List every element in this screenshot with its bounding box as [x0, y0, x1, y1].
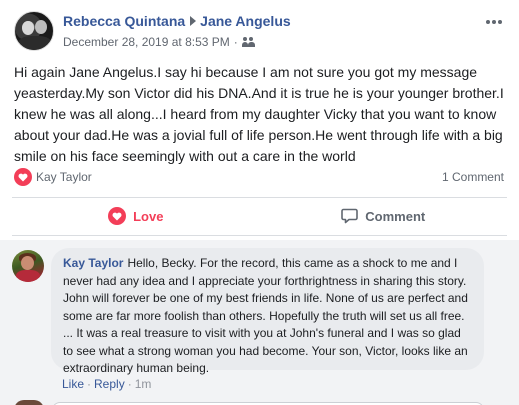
meta-separator: · — [233, 35, 238, 49]
author-avatar[interactable] — [14, 11, 54, 51]
post-meta: December 28, 2019 at 8:53 PM · — [63, 35, 256, 49]
separator: · — [127, 377, 132, 391]
separator: · — [87, 377, 92, 391]
more-options-button[interactable] — [483, 11, 505, 33]
post-timestamp[interactable]: December 28, 2019 at 8:53 PM — [63, 35, 230, 49]
comments-section: Kay Taylor Hello, Becky. For the record, … — [0, 240, 519, 405]
commenter-avatar[interactable] — [12, 250, 44, 282]
love-icon — [108, 207, 127, 225]
post-actions: Love Comment — [12, 198, 507, 234]
comment-reply-link[interactable]: Reply — [94, 377, 125, 391]
comment-author-link[interactable]: Kay Taylor — [63, 256, 123, 270]
comment-timestamp[interactable]: 1m — [135, 377, 152, 391]
post-card: Rebecca Quintana Jane Angelus December 28… — [0, 0, 519, 405]
comment-bubble: Kay Taylor Hello, Becky. For the record, … — [51, 248, 484, 375]
love-reaction-icon[interactable] — [14, 168, 32, 186]
comment-text: Hello, Becky. For the record, this came … — [63, 256, 468, 375]
comment-bubble-icon — [341, 208, 359, 224]
reactor-name-link[interactable]: Kay Taylor — [36, 170, 92, 184]
post-title: Rebecca Quintana Jane Angelus — [63, 13, 291, 29]
comment-button[interactable]: Comment — [260, 198, 508, 234]
author-name-link[interactable]: Rebecca Quintana — [63, 13, 185, 29]
love-button[interactable]: Love — [12, 198, 260, 234]
post-body: Hi again Jane Angelus.I say hi because I… — [14, 64, 504, 164]
arrow-right-icon — [190, 16, 197, 26]
divider — [12, 235, 507, 236]
friends-group-icon[interactable] — [241, 37, 256, 47]
comment-like-link[interactable]: Like — [62, 377, 84, 391]
reactions-bar: Kay Taylor 1 Comment — [14, 167, 504, 187]
comment-actions: Like · Reply · 1m — [62, 377, 151, 391]
comment-count-link[interactable]: 1 Comment — [442, 170, 504, 184]
comment-label: Comment — [365, 208, 426, 224]
viewer-avatar — [14, 400, 44, 405]
love-label: Love — [133, 208, 164, 224]
post-header: Rebecca Quintana Jane Angelus December 28… — [14, 11, 509, 51]
recipient-name-link[interactable]: Jane Angelus — [200, 13, 291, 29]
